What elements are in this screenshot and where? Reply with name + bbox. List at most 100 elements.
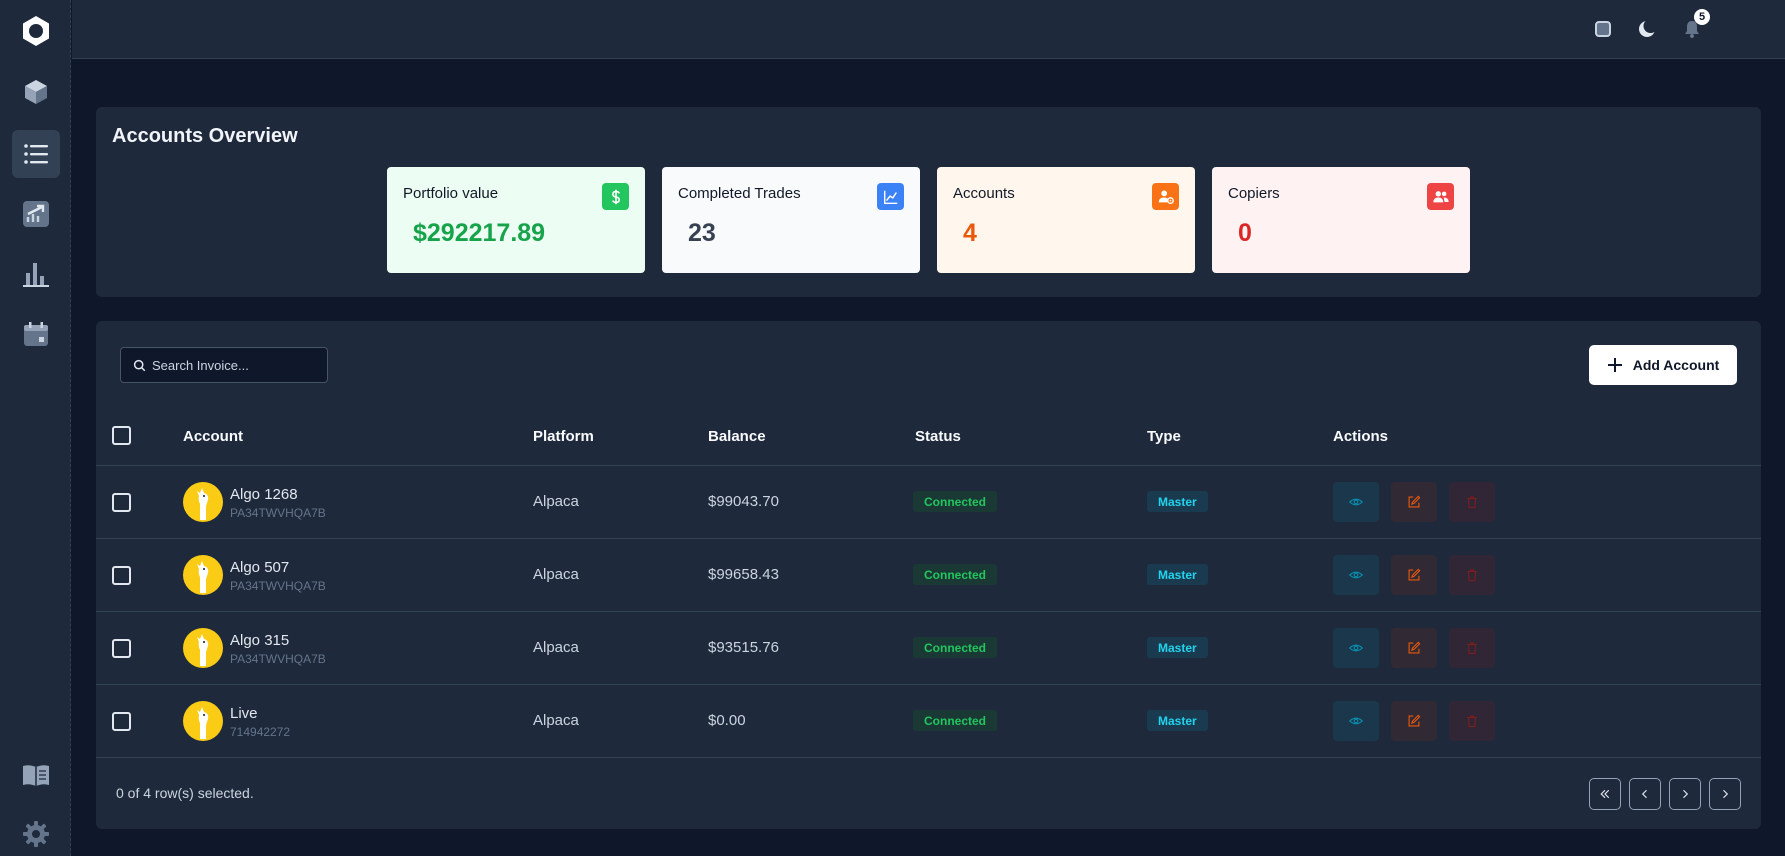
last-page-button[interactable]	[1709, 778, 1741, 810]
sidebar	[0, 0, 71, 856]
topbar: 5	[72, 0, 1785, 59]
account-id: 714942272	[230, 725, 291, 739]
sidebar-item-bars[interactable]	[12, 250, 60, 298]
bar-chart-icon	[23, 263, 49, 287]
stat-label: Accounts	[953, 185, 1015, 202]
account-id: PA34TWVHQA7B	[230, 506, 326, 520]
delete-button[interactable]	[1449, 482, 1495, 522]
platform-cell: Alpaca	[533, 493, 579, 510]
table-row: Live 714942272 Alpaca $0.00 Connected Ma…	[96, 685, 1761, 758]
balance-cell: $0.00	[708, 712, 746, 729]
table-header: Account Platform Balance Status Type Act…	[96, 404, 1761, 466]
delete-button[interactable]	[1449, 701, 1495, 741]
trash-icon	[1467, 496, 1477, 509]
view-button[interactable]	[1333, 701, 1379, 741]
view-button[interactable]	[1333, 628, 1379, 668]
status-badge: Connected	[913, 710, 998, 731]
accounts-table-panel: Add Account Account Platform Balance Sta…	[96, 321, 1761, 829]
sidebar-item-calendar[interactable]	[12, 310, 60, 358]
search-input[interactable]	[152, 357, 322, 373]
row-checkbox[interactable]	[112, 566, 131, 585]
selection-summary: 0 of 4 row(s) selected.	[116, 785, 254, 801]
alpaca-avatar-icon	[183, 628, 223, 668]
trash-icon	[1467, 642, 1477, 655]
cube-icon	[25, 80, 47, 104]
balance-cell: $99043.70	[708, 493, 779, 510]
type-badge: Master	[1147, 637, 1208, 658]
column-header-status: Status	[915, 428, 961, 445]
eye-icon	[1349, 644, 1363, 652]
platform-cell: Alpaca	[533, 639, 579, 656]
view-button[interactable]	[1333, 555, 1379, 595]
stat-card-accounts: Accounts 4	[937, 167, 1195, 273]
sidebar-item-cube[interactable]	[12, 68, 60, 116]
edit-button[interactable]	[1391, 701, 1437, 741]
view-button[interactable]	[1333, 482, 1379, 522]
logo-icon[interactable]	[20, 15, 52, 47]
edit-button[interactable]	[1391, 555, 1437, 595]
notifications-button[interactable]: 5	[1679, 9, 1710, 42]
alpaca-avatar-icon	[183, 555, 223, 595]
plus-icon	[1607, 358, 1622, 372]
eye-icon	[1349, 717, 1363, 725]
stat-value: 0	[1238, 219, 1252, 247]
sidebar-item-docs[interactable]	[12, 751, 60, 799]
stat-card-portfolio-value: Portfolio value $292217.89	[387, 167, 645, 273]
user-gear-icon	[1152, 183, 1179, 210]
gear-icon	[23, 821, 49, 847]
type-badge: Master	[1147, 710, 1208, 731]
account-name: Live	[230, 705, 258, 722]
type-badge: Master	[1147, 564, 1208, 585]
previous-page-button[interactable]	[1629, 778, 1661, 810]
column-header-type: Type	[1147, 428, 1181, 445]
first-page-button[interactable]	[1589, 778, 1621, 810]
row-checkbox[interactable]	[112, 712, 131, 731]
chevrons-left-icon	[1600, 789, 1610, 799]
alpaca-avatar-icon	[183, 701, 223, 741]
users-icon	[1427, 183, 1454, 210]
row-checkbox[interactable]	[112, 493, 131, 512]
alpaca-avatar-icon	[183, 482, 223, 522]
sidebar-item-settings[interactable]	[12, 810, 60, 856]
edit-button[interactable]	[1391, 482, 1437, 522]
list-icon	[24, 144, 48, 164]
account-name: Algo 1268	[230, 486, 298, 503]
account-id: PA34TWVHQA7B	[230, 652, 326, 666]
trash-icon	[1467, 569, 1477, 582]
add-account-button[interactable]: Add Account	[1589, 345, 1737, 385]
calendar-icon	[24, 322, 48, 346]
edit-button[interactable]	[1391, 628, 1437, 668]
chevron-right-icon	[1683, 789, 1689, 799]
stat-value: 23	[688, 219, 716, 247]
sidebar-item-trend[interactable]	[12, 190, 60, 238]
status-badge: Connected	[913, 637, 998, 658]
column-header-actions: Actions	[1333, 428, 1389, 445]
sidebar-item-list[interactable]	[12, 130, 60, 178]
stat-value: $292217.89	[413, 219, 546, 247]
fullscreen-icon	[1595, 21, 1611, 37]
notification-count-badge: 5	[1694, 9, 1710, 25]
search-box	[120, 347, 328, 383]
table-row: Algo 315 PA34TWVHQA7B Alpaca $93515.76 C…	[96, 612, 1761, 685]
book-icon	[23, 765, 49, 786]
fullscreen-button[interactable]	[1590, 16, 1616, 42]
trend-chart-icon	[23, 201, 49, 227]
add-account-label: Add Account	[1632, 357, 1720, 373]
delete-button[interactable]	[1449, 555, 1495, 595]
moon-icon	[1639, 19, 1657, 37]
table-row: Algo 507 PA34TWVHQA7B Alpaca $99658.43 C…	[96, 539, 1761, 612]
platform-cell: Alpaca	[533, 712, 579, 729]
select-all-checkbox[interactable]	[112, 426, 131, 445]
eye-icon	[1349, 571, 1363, 579]
line-chart-icon	[877, 183, 904, 210]
delete-button[interactable]	[1449, 628, 1495, 668]
chevron-right-end-icon	[1723, 789, 1729, 799]
column-header-account: Account	[183, 428, 243, 445]
next-page-button[interactable]	[1669, 778, 1701, 810]
column-header-balance: Balance	[708, 428, 766, 445]
stat-card-copiers: Copiers 0	[1212, 167, 1470, 273]
platform-cell: Alpaca	[533, 566, 579, 583]
theme-toggle-button[interactable]	[1634, 16, 1660, 42]
edit-icon	[1408, 641, 1421, 654]
row-checkbox[interactable]	[112, 639, 131, 658]
